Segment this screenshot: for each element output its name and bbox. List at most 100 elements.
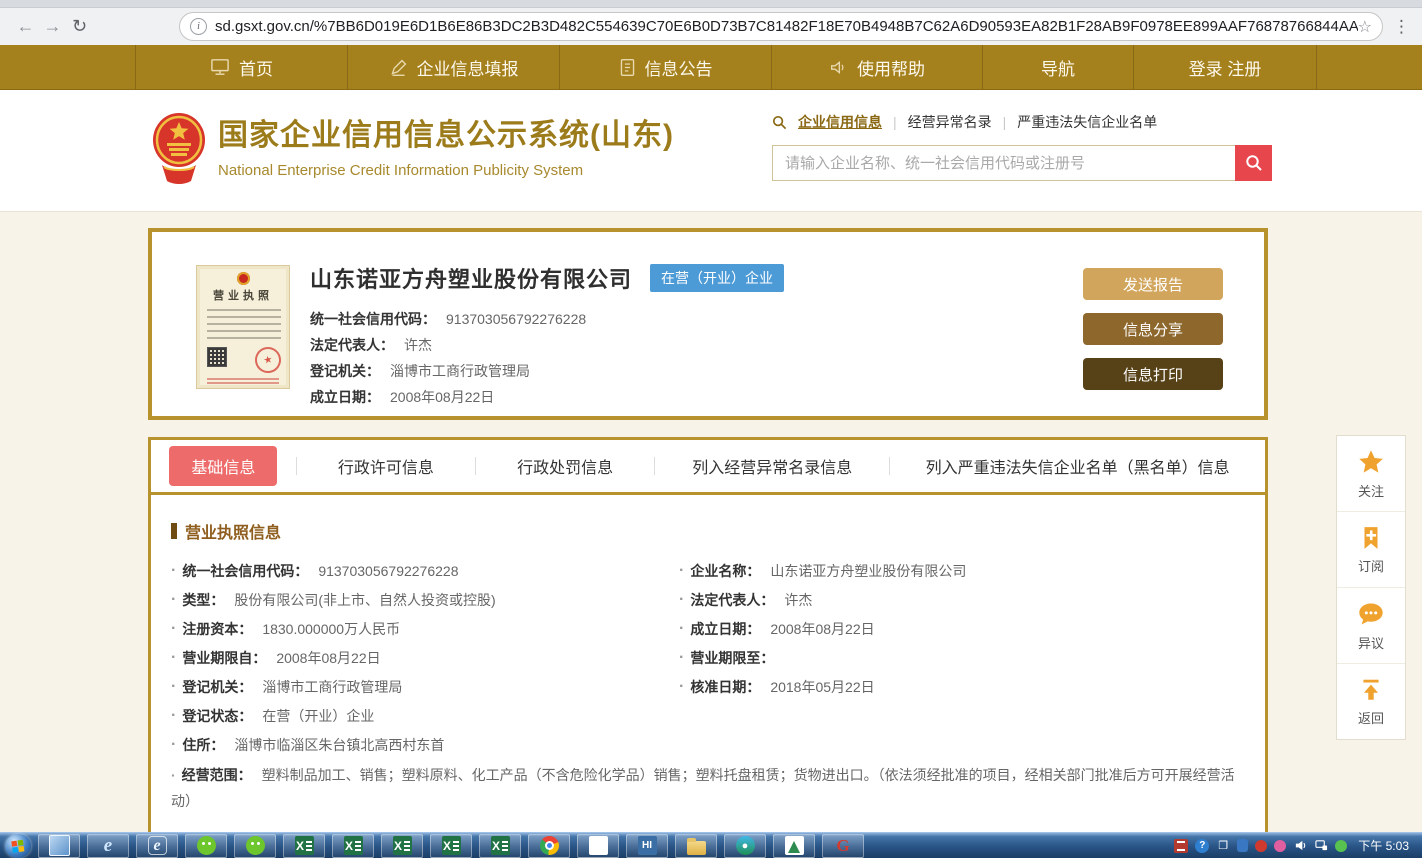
network-icon[interactable] xyxy=(1314,839,1328,853)
expand-icon[interactable]: ❐ xyxy=(1216,839,1230,853)
nav-item-enterprise-report[interactable]: 企业信息填报 xyxy=(347,45,559,89)
license-info-section: 营业执照信息 ·统一社会信用代码：913703056792276228 ·企业名… xyxy=(151,495,1265,814)
search-icon xyxy=(1245,154,1263,172)
tab-basic-info[interactable]: 基础信息 xyxy=(169,446,277,486)
search-area: 企业信用信息 | 经营异常名录 | 严重违法失信企业名单 xyxy=(772,112,1272,181)
company-field-established: 成立日期： 2008年08月22日 xyxy=(310,384,784,410)
search-input[interactable] xyxy=(772,145,1235,181)
search-tab-blacklist[interactable]: 严重违法失信企业名单 xyxy=(1017,112,1157,132)
screen: ← → ↻ i sd.gsxt.gov.cn/%7BB6D019E6D1B6E8… xyxy=(0,0,1422,858)
taskbar-clock[interactable]: 下午 5:03 xyxy=(1354,837,1417,854)
tray-blue-icon[interactable] xyxy=(1237,839,1248,852)
chat-bubble-icon xyxy=(1357,600,1385,628)
info-row: ·注册资本：1830.000000万人民币 ·成立日期：2008年08月22日 xyxy=(171,614,1245,643)
license-red-seal: ★ xyxy=(253,345,284,376)
excel-icon[interactable]: X xyxy=(381,834,423,858)
separator: | xyxy=(1003,114,1007,130)
tab-blacklist[interactable]: 列入严重违法失信企业名单（黑名单）信息 xyxy=(926,454,1230,478)
nav-item-label: 企业信息填报 xyxy=(417,55,519,80)
tab-admin-penalty[interactable]: 行政处罚信息 xyxy=(517,454,613,478)
nav-item-label: 导航 xyxy=(1041,55,1075,80)
nav-item-announcements[interactable]: 信息公告 xyxy=(559,45,771,89)
nav-item-label: 首页 xyxy=(239,55,273,80)
nav-item-label: 使用帮助 xyxy=(857,55,925,80)
excel-icon[interactable]: X xyxy=(283,834,325,858)
refresh-icon[interactable]: ↻ xyxy=(66,16,93,37)
site-title-block: 国家企业信用信息公示系统(山东) National Enterprise Cre… xyxy=(218,110,674,179)
wechat-icon[interactable] xyxy=(234,834,276,858)
tab-abnormal-list[interactable]: 列入经营异常名录信息 xyxy=(692,454,852,478)
company-summary-card: 营业执照 ★ 山东诺亚方舟塑业股份有限公司 在营（开业）企业 统一社会信用代码：… xyxy=(148,228,1268,420)
monitor-icon xyxy=(210,58,230,76)
excel-icon[interactable]: X xyxy=(479,834,521,858)
company-name: 山东诺亚方舟塑业股份有限公司 xyxy=(310,262,632,294)
search-button[interactable] xyxy=(1235,145,1272,181)
tray-pink-icon[interactable] xyxy=(1274,840,1286,852)
info-row: ·登记状态：在营（开业）企业 xyxy=(171,701,1245,730)
objection-button[interactable]: 异议 xyxy=(1337,588,1405,664)
search-tab-credit-info[interactable]: 企业信用信息 xyxy=(798,112,882,132)
excel-icon[interactable]: X xyxy=(332,834,374,858)
pine-tree-icon[interactable] xyxy=(773,834,815,858)
windows-flag-icon xyxy=(11,839,25,853)
license-caption: 营业执照 xyxy=(197,287,289,303)
volume-icon[interactable] xyxy=(1293,839,1307,853)
baidu-hi-icon[interactable]: HI xyxy=(626,834,668,858)
tray-red-icon[interactable] xyxy=(1255,840,1267,852)
section-title: 营业执照信息 xyxy=(185,519,281,543)
follow-button[interactable]: 关注 xyxy=(1337,436,1405,512)
browser-toolbar: ← → ↻ i sd.gsxt.gov.cn/%7BB6D019E6D1B6E8… xyxy=(0,0,1422,45)
share-info-button[interactable]: 信息分享 xyxy=(1083,313,1223,345)
browser-tabstrip xyxy=(0,0,1422,8)
search-tab-abnormal-list[interactable]: 经营异常名录 xyxy=(908,112,992,132)
wechat-icon[interactable] xyxy=(185,834,227,858)
ime-icon[interactable] xyxy=(1174,839,1188,853)
nav-item-help[interactable]: 使用帮助 xyxy=(771,45,982,89)
license-emblem-icon xyxy=(237,272,250,285)
national-emblem-logo xyxy=(150,110,208,191)
browser-360-icon[interactable]: e xyxy=(136,834,178,858)
360-safe-drop-icon[interactable]: ● xyxy=(724,834,766,858)
site-header: 国家企业信用信息公示系统(山东) National Enterprise Cre… xyxy=(0,90,1422,212)
separator: | xyxy=(893,114,897,130)
status-badge: 在营（开业）企业 xyxy=(650,264,784,292)
tab-admin-license[interactable]: 行政许可信息 xyxy=(338,454,434,478)
folder-icon[interactable] xyxy=(675,834,717,858)
send-report-button[interactable]: 发送报告 xyxy=(1083,268,1223,300)
forward-icon[interactable]: → xyxy=(39,16,66,37)
address-bar[interactable]: i sd.gsxt.gov.cn/%7BB6D019E6D1B6E86B3DC2… xyxy=(179,12,1383,41)
chrome-icon[interactable] xyxy=(528,834,570,858)
main-navigation: 首页 企业信息填报 信息公告 使用帮助 导航 登录 注册 xyxy=(0,45,1422,90)
print-info-button[interactable]: 信息打印 xyxy=(1083,358,1223,390)
speaker-icon xyxy=(829,59,848,76)
license-red-text xyxy=(207,378,279,384)
nav-item-login-register[interactable]: 登录 注册 xyxy=(1133,45,1317,89)
nav-item-navigation[interactable]: 导航 xyxy=(982,45,1133,89)
tray-green-icon[interactable] xyxy=(1335,840,1347,852)
help-icon[interactable]: ? xyxy=(1195,839,1209,853)
start-button[interactable] xyxy=(5,834,31,858)
company-action-buttons: 发送报告 信息分享 信息打印 xyxy=(1083,268,1223,390)
pen-form-icon xyxy=(389,58,408,77)
company-field-registry: 登记机关： 淄博市工商行政管理局 xyxy=(310,358,784,384)
excel-icon[interactable]: X xyxy=(430,834,472,858)
business-license-image[interactable]: 营业执照 ★ xyxy=(196,265,290,389)
star-icon xyxy=(1357,448,1385,476)
browser-menu-icon[interactable]: ⋮ xyxy=(1393,17,1410,37)
red-g-icon[interactable]: G xyxy=(822,834,864,858)
nav-item-label: 信息公告 xyxy=(645,55,713,80)
magnifier-icon xyxy=(772,115,787,130)
site-title: 国家企业信用信息公示系统(山东) xyxy=(218,110,674,154)
photo-viewer-icon[interactable] xyxy=(577,834,619,858)
show-desktop-window-icon[interactable] xyxy=(38,834,80,858)
page-info-icon[interactable]: i xyxy=(190,18,207,35)
company-field-credit-code: 统一社会信用代码： 913703056792276228 xyxy=(310,306,784,332)
back-icon[interactable]: ← xyxy=(12,16,39,37)
back-to-top-button[interactable]: 返回 xyxy=(1337,664,1405,739)
bookmark-plus-icon xyxy=(1358,525,1384,551)
bookmark-star-icon[interactable]: ☆ xyxy=(1358,17,1372,37)
nav-item-home[interactable]: 首页 xyxy=(135,45,347,89)
internet-explorer-icon[interactable]: e xyxy=(87,834,129,858)
subscribe-button[interactable]: 订阅 xyxy=(1337,512,1405,588)
info-row: ·统一社会信用代码：913703056792276228 ·企业名称：山东诺亚方… xyxy=(171,556,1245,585)
